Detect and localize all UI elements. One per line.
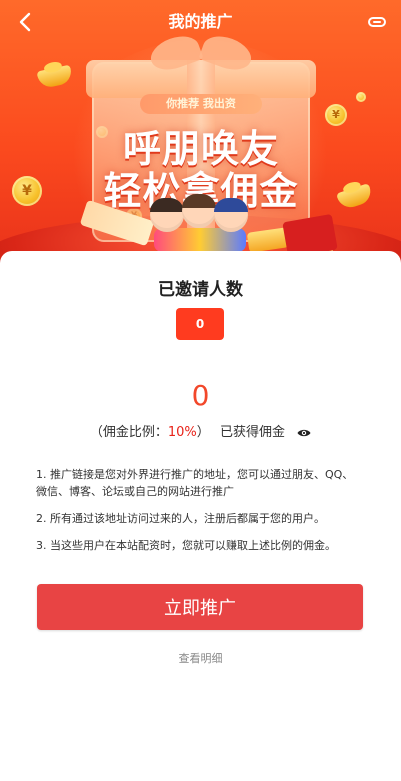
gold-ingot-icon <box>36 64 74 90</box>
promote-now-button[interactable]: 立即推广 <box>37 584 363 630</box>
gold-ingot-icon <box>336 183 374 211</box>
rate-suffix: ） <box>196 425 210 440</box>
commission-rate-line: （佣金比例：10%） 已获得佣金 <box>0 421 401 440</box>
view-details-link[interactable]: 查看明细 <box>0 650 401 666</box>
coin-icon <box>356 92 366 102</box>
coin-icon: ¥ <box>325 104 347 126</box>
coin-icon: ¥ <box>12 176 42 206</box>
share-link-icon <box>368 17 386 27</box>
banner-slogan: 你推荐 我出资 <box>140 94 262 114</box>
page-title: 我的推广 <box>168 12 233 31</box>
chevron-left-icon <box>19 12 31 32</box>
promotion-page: ¥ ¥ ¥ 你推荐 我出资 呼朋唤友 轻松拿佣金 <box>0 0 401 781</box>
rule-item: 2. 所有通过该地址访问过来的人，注册后都属于您的用户。 <box>36 512 325 525</box>
back-button[interactable] <box>12 8 40 36</box>
earned-commission-amount: 0 <box>191 379 210 412</box>
kids-illustration <box>150 194 250 258</box>
promotion-banner: ¥ ¥ ¥ 你推荐 我出资 呼朋唤友 轻松拿佣金 <box>0 0 401 270</box>
commission-rate-value: 10% <box>167 425 197 440</box>
top-navigation-bar: 我的推广 <box>0 0 401 44</box>
promotion-rules: 1. 推广链接是您对外界进行推广的地址，您可以通过朋友、QQ、 微信、博客、论坛… <box>36 466 366 564</box>
invited-count-badge: 0 <box>176 308 224 340</box>
rate-prefix: （佣金比例： <box>89 425 168 440</box>
share-button[interactable] <box>365 10 389 34</box>
earned-commission-label: 已获得佣金 <box>219 425 285 440</box>
invited-count-label: 已邀请人数 <box>158 280 243 300</box>
eye-icon[interactable] <box>297 428 311 438</box>
rule-item: 1. 推广链接是您对外界进行推广的地址，您可以通过朋友、QQ、 微信、博客、论坛… <box>36 468 354 498</box>
rule-item: 3. 当这些用户在本站配资时，您就可以赚取上述比例的佣金。 <box>36 539 336 552</box>
promotion-card: 已邀请人数 0 0 （佣金比例：10%） 已获得佣金 1. 推广链接是您对外界进… <box>0 251 401 781</box>
